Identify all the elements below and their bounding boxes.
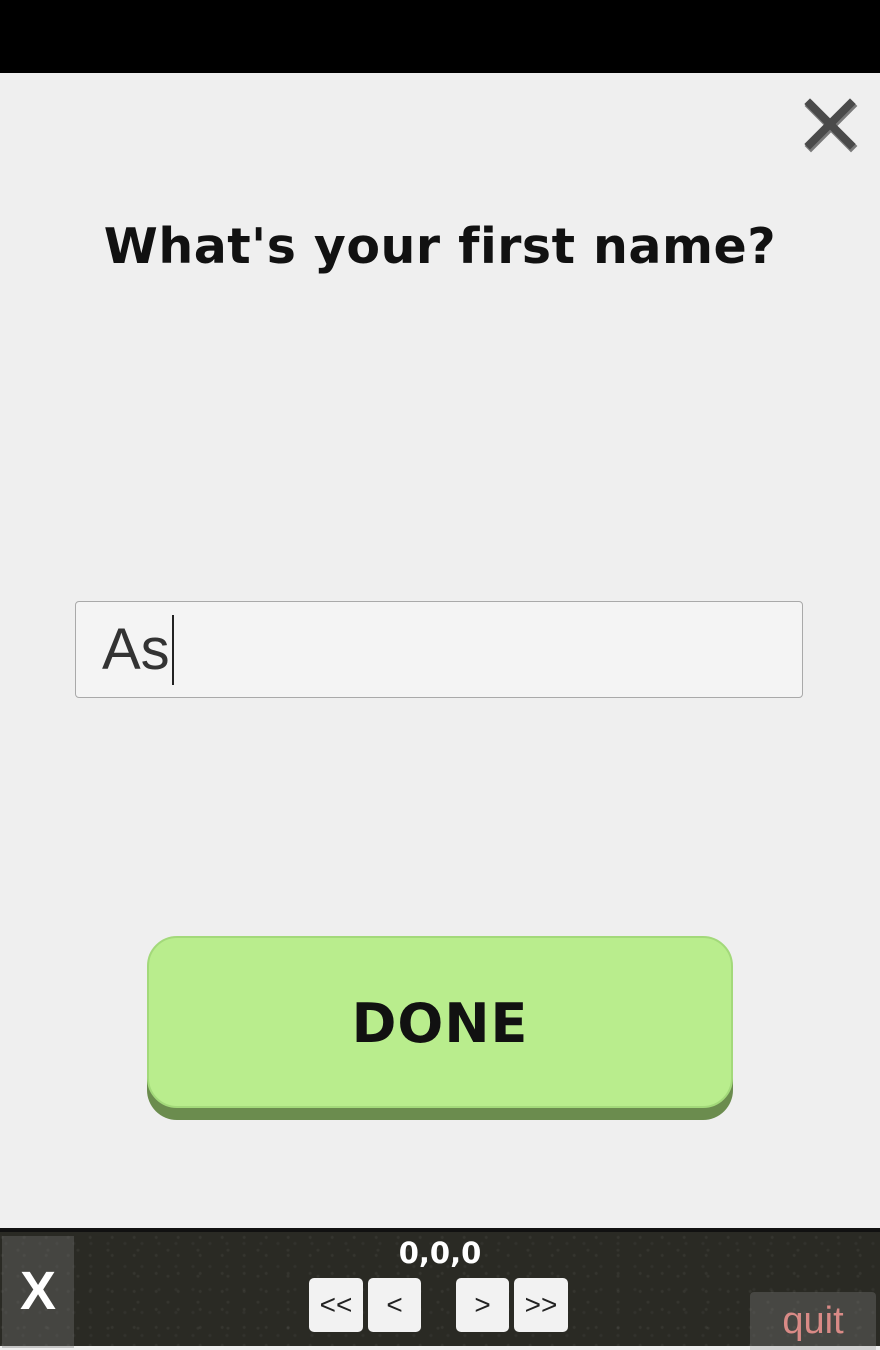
last-button[interactable]: >> xyxy=(514,1278,568,1332)
status-bar xyxy=(0,0,880,73)
debug-toolbar: X 0,0,0 << < > >> quit xyxy=(0,1228,880,1350)
done-button[interactable]: DONE xyxy=(147,936,733,1122)
quit-button[interactable]: quit xyxy=(750,1292,876,1350)
debug-counter: 0,0,0 xyxy=(398,1236,482,1270)
close-button[interactable] xyxy=(800,94,860,156)
first-name-value: As xyxy=(102,614,174,685)
next-button[interactable]: > xyxy=(456,1278,509,1332)
done-button-label: DONE xyxy=(351,992,529,1055)
question-heading: What's your first name? xyxy=(103,218,777,275)
text-caret xyxy=(171,614,174,685)
first-name-input[interactable]: As xyxy=(75,601,803,698)
first-button[interactable]: << xyxy=(309,1278,363,1332)
close-icon xyxy=(804,98,858,153)
prev-button[interactable]: < xyxy=(368,1278,421,1332)
